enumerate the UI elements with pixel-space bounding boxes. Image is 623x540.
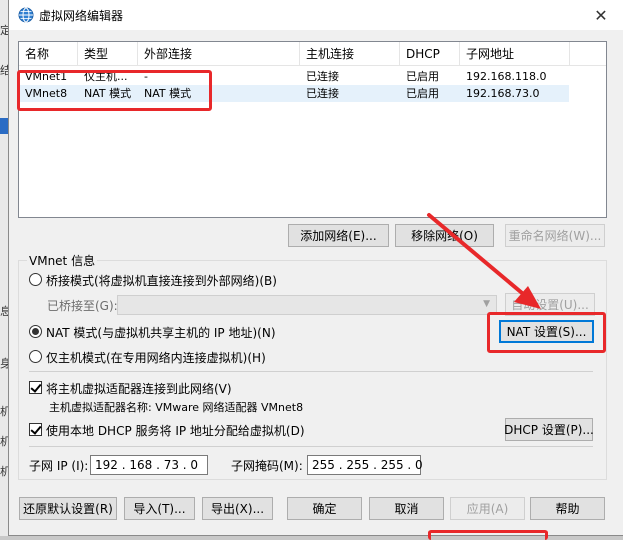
subnet-mask-label: 子网掩码(M): [231,459,303,473]
rename-network-button[interactable]: 重命名网络(W)... [505,224,605,247]
column-header-external[interactable]: 外部连接 [138,42,300,66]
bridged-mode-radio[interactable] [29,273,42,286]
connect-adapter-checkbox[interactable] [29,381,42,394]
add-network-button[interactable]: 添加网络(E)... [288,224,389,247]
adapter-name-text: 主机虚拟适配器名称: VMware 网络适配器 VMnet8 [49,401,304,414]
divider [29,446,593,447]
vmnet-info-label: VMnet 信息 [27,252,98,269]
table-row-selected[interactable]: VMnet8 NAT 模式 NAT 模式 已连接 已启用 192.168.73.… [19,85,569,102]
dhcp-checkbox[interactable] [29,423,42,436]
import-button[interactable]: 导入(T)... [124,497,195,520]
cell-type: NAT 模式 [84,87,132,100]
column-header-subnet[interactable]: 子网地址 [460,42,570,66]
cell-external: - [144,70,148,83]
remove-network-button[interactable]: 移除网络(O) [395,224,494,247]
title-bar: 虚拟网络编辑器 ✕ [9,0,623,30]
restore-defaults-button[interactable]: 还原默认设置(R) [19,497,117,520]
bridged-to-label: 已桥接至(G): [47,299,118,313]
column-header-host[interactable]: 主机连接 [300,42,400,66]
cell-external: NAT 模式 [144,87,192,100]
close-button[interactable]: ✕ [579,0,623,30]
cell-host: 已连接 [306,70,339,83]
virtual-network-editor-dialog: 虚拟网络编辑器 ✕ 名称 类型 外部连接 主机连接 DHCP 子网地址 VMne… [8,0,623,536]
cell-subnet: 192.168.73.0 [466,87,540,100]
dhcp-label: 使用本地 DHCP 服务将 IP 地址分配给虚拟机(D) [46,424,305,438]
window-title: 虚拟网络编辑器 [39,9,124,23]
network-globe-icon [18,7,34,23]
cell-name: VMnet8 [25,87,68,100]
nat-mode-label: NAT 模式(与虚拟机共享主机的 IP 地址)(N) [46,326,276,340]
nat-settings-button[interactable]: NAT 设置(S)... [499,320,594,343]
subnet-ip-label: 子网 IP (I): [29,459,89,473]
host-only-mode-label: 仅主机模式(在专用网络内连接虚拟机)(H) [46,351,266,365]
dhcp-settings-button[interactable]: DHCP 设置(P)... [504,418,594,441]
network-list[interactable]: 名称 类型 外部连接 主机连接 DHCP 子网地址 VMnet1 仅主机... … [18,41,607,218]
divider [29,371,593,372]
cell-dhcp: 已启用 [406,70,439,83]
column-header-name[interactable]: 名称 [19,42,78,66]
connect-adapter-label: 将主机虚拟适配器连接到此网络(V) [46,382,232,396]
close-icon: ✕ [594,5,608,25]
cell-dhcp: 已启用 [406,87,439,100]
cell-name: VMnet1 [25,70,68,83]
auto-settings-button[interactable]: 自动设置(U)... [505,293,595,316]
column-header-type[interactable]: 类型 [78,42,138,66]
subnet-ip-field[interactable]: 192 . 168 . 73 . 0 [90,455,208,475]
bridged-to-dropdown[interactable]: ▼ [117,295,497,315]
column-header-dhcp[interactable]: DHCP [400,42,460,66]
table-row[interactable]: VMnet1 仅主机... - 已连接 已启用 192.168.118.0 [19,68,569,85]
cell-type: 仅主机... [84,70,128,83]
apply-button[interactable]: 应用(A) [450,497,525,520]
export-button[interactable]: 导出(X)... [202,497,273,520]
nat-mode-radio[interactable] [29,325,42,338]
host-only-mode-radio[interactable] [29,350,42,363]
background-selection [0,118,8,134]
ok-button[interactable]: 确定 [287,497,362,520]
network-list-header: 名称 类型 外部连接 主机连接 DHCP 子网地址 [19,42,606,66]
cell-subnet: 192.168.118.0 [466,70,547,83]
cell-host: 已连接 [306,87,339,100]
cancel-button[interactable]: 取消 [369,497,444,520]
chevron-down-icon: ▼ [483,299,490,309]
subnet-mask-field[interactable]: 255 . 255 . 255 . 0 [307,455,423,475]
bridged-mode-label: 桥接模式(将虚拟机直接连接到外部网络)(B) [46,274,277,288]
help-button[interactable]: 帮助 [530,497,605,520]
